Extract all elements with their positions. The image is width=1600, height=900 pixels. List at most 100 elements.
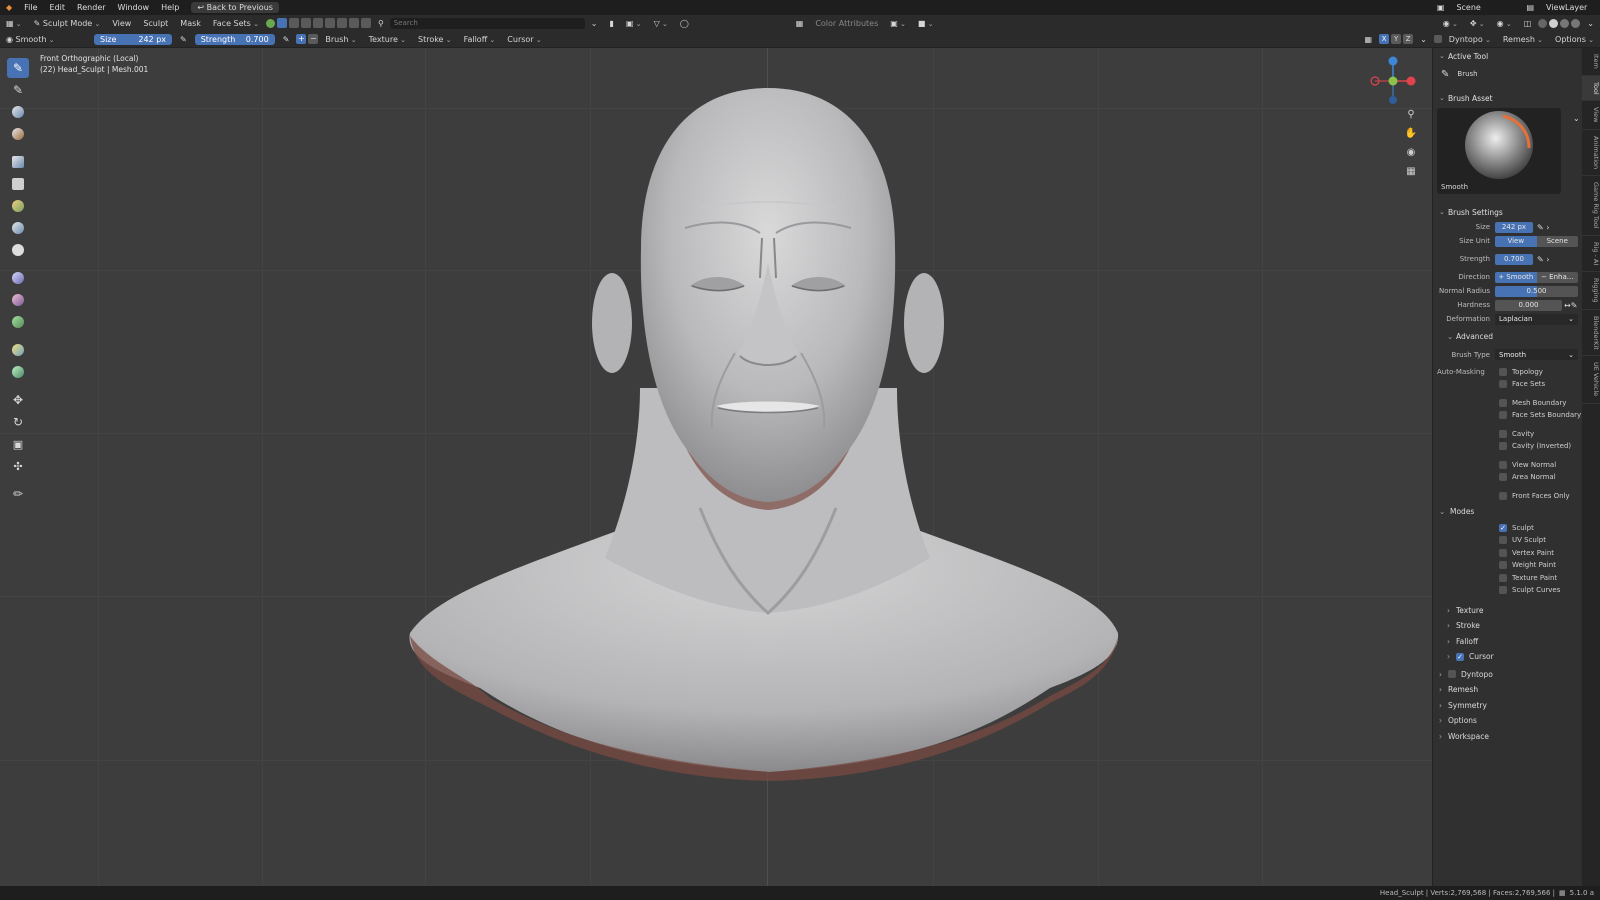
- xray-icon[interactable]: ◫: [1518, 19, 1538, 28]
- falloff-subpanel-header[interactable]: › Falloff: [1433, 634, 1582, 650]
- hardness-invert-icon[interactable]: ↔✎: [1564, 301, 1582, 310]
- menu-face-sets[interactable]: Face Sets: [207, 19, 265, 28]
- sculpt-head-mesh[interactable]: [400, 88, 1135, 788]
- scene-selector[interactable]: Scene: [1450, 3, 1520, 12]
- checkbox[interactable]: [1499, 561, 1507, 570]
- filter-icon[interactable]: ▽: [648, 19, 674, 28]
- brush-type-select[interactable]: Smooth ⌄: [1495, 349, 1578, 360]
- tab-animation[interactable]: Animation: [1582, 130, 1600, 177]
- size-field[interactable]: 242 px: [1495, 221, 1533, 233]
- brush-preset-icon[interactable]: [265, 18, 275, 28]
- zoom-icon[interactable]: ⚲: [1404, 107, 1418, 121]
- axis-y-toggle[interactable]: Y: [1391, 34, 1402, 44]
- shading-options-icon[interactable]: ⌄: [1581, 19, 1600, 28]
- menu-dyntopo[interactable]: Dyntopo: [1443, 35, 1497, 44]
- checkbox[interactable]: [1499, 367, 1507, 376]
- menu-texture[interactable]: Texture: [363, 35, 412, 44]
- brush-shortcut-8[interactable]: [360, 18, 371, 28]
- mask-by-color-tool[interactable]: [7, 362, 29, 382]
- checkbox[interactable]: [1499, 548, 1507, 557]
- remesh-panel-header[interactable]: › Remesh: [1433, 682, 1582, 698]
- size-unit-scene-button[interactable]: Scene: [1536, 235, 1578, 247]
- mode-selector[interactable]: ✎ Sculpt Mode: [28, 19, 107, 28]
- size-field[interactable]: Size 242 px: [94, 33, 172, 45]
- dyntopo-checkbox[interactable]: [1448, 670, 1456, 679]
- rotate-tool[interactable]: ↻: [7, 412, 29, 432]
- hardness-slider[interactable]: 0.000: [1495, 299, 1562, 311]
- mode-texture-paint[interactable]: Texture Paint: [1433, 572, 1582, 585]
- scale-tool[interactable]: ▣: [7, 434, 29, 454]
- checkbox[interactable]: [1499, 398, 1507, 407]
- menu-edit[interactable]: Edit: [44, 3, 72, 12]
- brush-shortcut-7[interactable]: [348, 18, 359, 28]
- menu-view[interactable]: View: [106, 19, 137, 28]
- symmetry-dropdown-icon[interactable]: ⌄: [1414, 35, 1433, 44]
- visibility-icon[interactable]: ◉: [1437, 19, 1464, 28]
- blender-logo-icon[interactable]: ◆: [0, 3, 18, 12]
- bookmark-icon[interactable]: ▮: [604, 19, 620, 28]
- view-layer-selector[interactable]: ViewLayer: [1540, 3, 1600, 12]
- dyntopo-panel-header[interactable]: › Dyntopo: [1433, 667, 1582, 683]
- brush-selector[interactable]: ◉ Smooth: [0, 35, 92, 44]
- mode-sculpt[interactable]: ✓ Sculpt: [1433, 522, 1582, 535]
- shield-icon[interactable]: ◯: [674, 19, 695, 28]
- menu-help[interactable]: Help: [155, 3, 185, 12]
- overlays-toggle-icon[interactable]: ◉: [1491, 19, 1518, 28]
- direction-smooth-button[interactable]: + Smooth: [1495, 271, 1537, 283]
- edit-face-set-tool[interactable]: [7, 340, 29, 360]
- cursor-subpanel-header[interactable]: › ✓ Cursor: [1433, 649, 1582, 665]
- menu-brush[interactable]: Brush: [319, 35, 362, 44]
- auto-mask-face-sets-boundary[interactable]: Face Sets Boundary: [1433, 409, 1582, 422]
- deformation-select[interactable]: Laplacian ⌄: [1495, 313, 1578, 325]
- texture-subpanel-header[interactable]: › Texture: [1433, 603, 1582, 619]
- tab-blenderkit[interactable]: BlenderKit: [1582, 310, 1600, 357]
- brush-shortcut-2[interactable]: [288, 18, 299, 28]
- axis-z-toggle[interactable]: Z: [1403, 34, 1414, 44]
- gizmo-x-axis[interactable]: [1406, 76, 1416, 86]
- color-filter-tool[interactable]: [7, 312, 29, 332]
- auto-mask-face-sets[interactable]: Face Sets: [1433, 378, 1582, 391]
- shading-rendered-icon[interactable]: [1571, 18, 1581, 28]
- search-dropdown-icon[interactable]: ⌄: [585, 19, 604, 28]
- direction-enhance-button[interactable]: − Enha...: [1536, 271, 1578, 283]
- tab-rigging[interactable]: Rigging: [1582, 272, 1600, 310]
- active-tool-panel-header[interactable]: ⌄ Active Tool: [1433, 48, 1582, 64]
- annotate-tool[interactable]: ✏: [7, 484, 29, 504]
- checkbox[interactable]: [1499, 442, 1507, 451]
- menu-falloff[interactable]: Falloff: [458, 35, 502, 44]
- auto-mask-front-faces-only[interactable]: Front Faces Only: [1433, 490, 1582, 503]
- stroke-subpanel-header[interactable]: › Stroke: [1433, 618, 1582, 634]
- overlay-icon[interactable]: ■: [912, 19, 940, 28]
- navigation-gizmo[interactable]: [1368, 56, 1418, 106]
- shading-material-icon[interactable]: [1560, 18, 1570, 28]
- strength-pressure-icon[interactable]: ✎: [277, 35, 296, 44]
- menu-mask[interactable]: Mask: [174, 19, 207, 28]
- shading-solid-icon[interactable]: [1549, 18, 1559, 28]
- gizmo-y-axis[interactable]: [1388, 76, 1398, 86]
- auto-mask-area-normal[interactable]: Area Normal: [1433, 471, 1582, 484]
- advanced-subpanel-header[interactable]: ⌄ Advanced: [1433, 329, 1582, 345]
- transform-tool[interactable]: ✣: [7, 456, 29, 476]
- auto-mask-mesh-boundary[interactable]: Mesh Boundary: [1433, 397, 1582, 410]
- mesh-filter-tool[interactable]: [7, 268, 29, 288]
- brush-shortcut-5[interactable]: [324, 18, 335, 28]
- size-unit-view-button[interactable]: View: [1495, 235, 1537, 247]
- active-tool-row[interactable]: ✎ Brush: [1433, 64, 1582, 84]
- checkbox[interactable]: [1499, 473, 1507, 482]
- brush-asset-thumbnail[interactable]: Smooth: [1437, 108, 1561, 194]
- hide-tool[interactable]: [7, 218, 29, 238]
- menu-file[interactable]: File: [18, 3, 43, 12]
- brush-shortcut-4[interactable]: [312, 18, 323, 28]
- tab-rig-ai[interactable]: Rig - AI: [1582, 236, 1600, 272]
- brush-shortcut-1[interactable]: [276, 18, 287, 28]
- cloth-filter-tool[interactable]: [7, 290, 29, 310]
- strength-pressure-icon[interactable]: ✎ ›: [1537, 255, 1561, 264]
- trim-tool[interactable]: [7, 240, 29, 260]
- brush-asset-dropdown-icon[interactable]: ⌄: [1573, 114, 1580, 123]
- menu-cursor[interactable]: Cursor: [501, 35, 547, 44]
- strength-field[interactable]: Strength 0.700: [194, 33, 275, 45]
- color-attributes-label[interactable]: Color Attributes: [809, 19, 884, 28]
- gizmo-z-axis[interactable]: [1388, 56, 1398, 66]
- checkbox[interactable]: [1499, 586, 1507, 595]
- size-pressure-icon[interactable]: ✎ ›: [1537, 223, 1561, 232]
